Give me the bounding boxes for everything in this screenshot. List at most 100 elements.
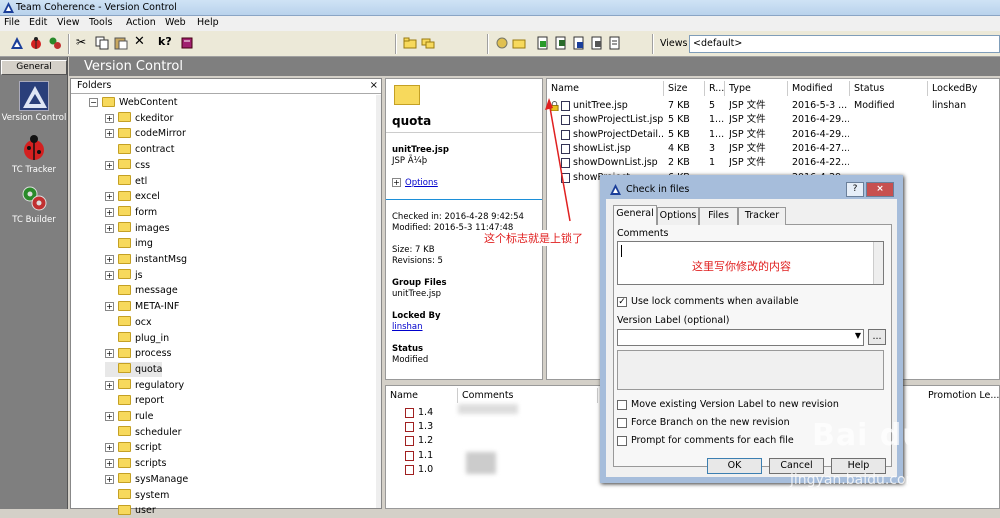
- check-in-icon[interactable]: [572, 36, 586, 50]
- revision-item[interactable]: 1.2: [418, 434, 433, 448]
- expand-icon[interactable]: +: [105, 270, 114, 280]
- folder-tree-item[interactable]: + regulatory: [105, 378, 184, 393]
- rev-column-comments[interactable]: Comments: [458, 388, 598, 403]
- folder-tree-item[interactable]: plug_in: [105, 331, 169, 346]
- copy-icon[interactable]: [95, 36, 109, 50]
- open-folder-icon[interactable]: [512, 36, 526, 50]
- expand-icon[interactable]: +: [105, 160, 114, 170]
- folder-tree-item[interactable]: + sysManage: [105, 472, 188, 487]
- version-label-select[interactable]: ▼: [617, 329, 864, 346]
- menu-tools[interactable]: Tools: [89, 17, 112, 28]
- move-label-checkbox[interactable]: [617, 400, 627, 410]
- rev-column-name[interactable]: Name: [386, 388, 458, 403]
- menu-edit[interactable]: Edit: [29, 17, 47, 28]
- revision-item[interactable]: 1.0: [418, 463, 433, 477]
- folder-tree-item[interactable]: scheduler: [105, 425, 181, 440]
- column-header-revision[interactable]: R...: [705, 81, 725, 96]
- undo-checkout-icon[interactable]: [590, 36, 604, 50]
- expand-icon[interactable]: +: [105, 207, 114, 217]
- folder-tree-item[interactable]: + excel: [105, 189, 160, 204]
- add-file-icon[interactable]: [536, 36, 550, 50]
- revision-item[interactable]: 1.3: [418, 420, 433, 434]
- folder-tree-item[interactable]: + META-INF: [105, 299, 179, 314]
- check-out-icon[interactable]: [554, 36, 568, 50]
- tab-general[interactable]: General: [613, 205, 657, 225]
- options-link[interactable]: Options: [405, 178, 438, 188]
- delete-icon[interactable]: ✕: [134, 34, 148, 49]
- ladybug-icon[interactable]: [29, 36, 43, 50]
- expand-icon[interactable]: +: [105, 443, 114, 453]
- paste-icon[interactable]: [114, 36, 128, 50]
- column-header-status[interactable]: Status: [850, 81, 928, 96]
- expand-icon[interactable]: +: [105, 459, 114, 469]
- menu-file[interactable]: File: [4, 17, 20, 28]
- folder-tree-item[interactable]: + process: [105, 346, 172, 361]
- history-icon[interactable]: [608, 36, 622, 50]
- folder-tree-item[interactable]: + ckeditor: [105, 111, 173, 126]
- folder-tree-item[interactable]: quota: [105, 361, 163, 377]
- views-select[interactable]: <default>: [689, 35, 1000, 53]
- options-toggle[interactable]: + Options: [392, 178, 438, 188]
- book-icon[interactable]: [180, 36, 194, 50]
- menu-action[interactable]: Action: [126, 17, 156, 28]
- folder-tree-item[interactable]: + css: [105, 158, 150, 173]
- folder-up-icon[interactable]: [403, 36, 417, 50]
- folder-tree-icon[interactable]: [421, 36, 435, 50]
- comments-textarea[interactable]: 这里写你修改的内容: [617, 241, 884, 285]
- folder-tree-item[interactable]: img: [105, 236, 153, 251]
- expand-icon[interactable]: +: [105, 255, 114, 264]
- folder-tree-item[interactable]: + images: [105, 221, 170, 236]
- folder-tree-item[interactable]: system: [105, 488, 169, 503]
- expand-icon[interactable]: +: [105, 380, 114, 390]
- folder-tree-item[interactable]: ocx: [105, 315, 152, 330]
- folder-scrollbar[interactable]: [376, 95, 381, 508]
- context-help-icon[interactable]: k?: [158, 35, 172, 49]
- folder-tree-item[interactable]: − WebContent: [89, 95, 178, 110]
- dialog-close-button[interactable]: ×: [866, 182, 894, 197]
- rev-column-promotion[interactable]: Promotion Le...: [924, 388, 1000, 403]
- expand-icon[interactable]: +: [105, 129, 114, 139]
- sidebar-item-tc-tracker[interactable]: TC Tracker: [0, 133, 68, 175]
- tab-tracker[interactable]: Tracker: [738, 207, 786, 225]
- folder-tree-item[interactable]: user: [105, 503, 156, 518]
- file-cell[interactable]: showProjectDetail...: [573, 128, 665, 142]
- file-cell[interactable]: showDownList.jsp: [573, 156, 665, 170]
- expand-icon[interactable]: +: [105, 474, 114, 484]
- menu-web[interactable]: Web: [165, 17, 186, 28]
- file-cell[interactable]: showList.jsp: [573, 142, 665, 156]
- expand-icon[interactable]: +: [105, 302, 114, 312]
- sidebar-item-tc-builder[interactable]: TC Builder: [0, 183, 68, 225]
- tab-files[interactable]: Files: [699, 207, 738, 225]
- force-branch-checkbox[interactable]: [617, 418, 627, 428]
- general-button[interactable]: General: [1, 60, 67, 75]
- folder-tree-item[interactable]: contract: [105, 142, 174, 157]
- revision-item[interactable]: 1.1: [418, 449, 433, 463]
- folder-tree-item[interactable]: message: [105, 283, 178, 298]
- cut-icon[interactable]: ✂: [76, 35, 90, 49]
- sidebar-item-version-control[interactable]: Version Control: [0, 81, 68, 123]
- browse-button[interactable]: ...: [868, 329, 886, 345]
- expand-icon[interactable]: +: [105, 113, 114, 123]
- tab-options[interactable]: Options: [657, 207, 699, 225]
- textarea-scrollbar[interactable]: [873, 242, 883, 284]
- column-header-lockedby[interactable]: LockedBy: [928, 81, 1000, 96]
- use-lock-checkbox[interactable]: ✓: [617, 297, 627, 307]
- folder-tree-item[interactable]: + rule: [105, 409, 153, 424]
- folder-tree-item[interactable]: + codeMirror: [105, 126, 186, 141]
- folder-tree-item[interactable]: + scripts: [105, 456, 166, 471]
- column-header-type[interactable]: Type: [725, 81, 788, 96]
- prompt-comments-checkbox[interactable]: [617, 436, 627, 446]
- menu-help[interactable]: Help: [197, 17, 219, 28]
- ok-button[interactable]: OK: [707, 458, 762, 474]
- get-latest-icon[interactable]: [495, 36, 509, 50]
- expand-icon[interactable]: +: [105, 192, 114, 202]
- expand-icon[interactable]: +: [105, 349, 114, 359]
- column-header-size[interactable]: Size: [664, 81, 705, 96]
- column-header-name[interactable]: Name: [547, 81, 664, 96]
- gears-icon[interactable]: [48, 36, 62, 50]
- close-icon[interactable]: ×: [370, 80, 378, 91]
- file-cell[interactable]: unitTree.jsp: [573, 99, 665, 113]
- expand-icon[interactable]: +: [105, 412, 114, 421]
- expand-icon[interactable]: −: [89, 98, 98, 107]
- folder-tree-item[interactable]: + js: [105, 268, 143, 283]
